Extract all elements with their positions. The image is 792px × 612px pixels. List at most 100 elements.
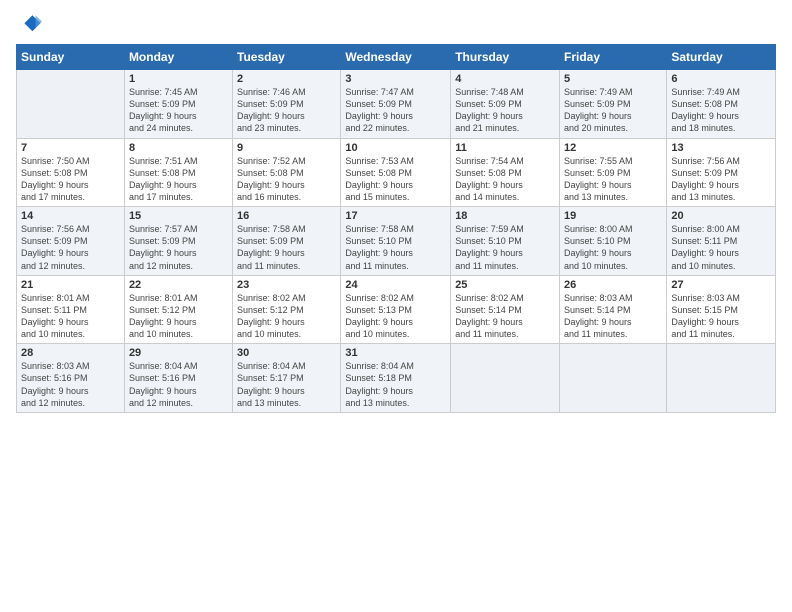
calendar-cell <box>560 344 667 413</box>
calendar-cell: 24Sunrise: 8:02 AM Sunset: 5:13 PM Dayli… <box>341 275 451 344</box>
day-info: Sunrise: 8:01 AM Sunset: 5:11 PM Dayligh… <box>21 292 120 341</box>
day-number: 16 <box>237 210 336 222</box>
day-number: 4 <box>455 73 555 85</box>
day-info: Sunrise: 7:59 AM Sunset: 5:10 PM Dayligh… <box>455 223 555 272</box>
day-number: 14 <box>21 210 120 222</box>
day-info: Sunrise: 8:02 AM Sunset: 5:13 PM Dayligh… <box>345 292 446 341</box>
day-info: Sunrise: 8:04 AM Sunset: 5:17 PM Dayligh… <box>237 360 336 409</box>
day-info: Sunrise: 8:04 AM Sunset: 5:18 PM Dayligh… <box>345 360 446 409</box>
day-number: 10 <box>345 142 446 154</box>
calendar-header-row: SundayMondayTuesdayWednesdayThursdayFrid… <box>17 45 776 70</box>
calendar-cell: 30Sunrise: 8:04 AM Sunset: 5:17 PM Dayli… <box>233 344 341 413</box>
calendar-week-2: 7Sunrise: 7:50 AM Sunset: 5:08 PM Daylig… <box>17 138 776 207</box>
day-info: Sunrise: 8:00 AM Sunset: 5:11 PM Dayligh… <box>671 223 771 272</box>
calendar-cell <box>17 70 125 139</box>
day-info: Sunrise: 7:51 AM Sunset: 5:08 PM Dayligh… <box>129 155 228 204</box>
day-info: Sunrise: 7:55 AM Sunset: 5:09 PM Dayligh… <box>564 155 662 204</box>
day-number: 1 <box>129 73 228 85</box>
col-header-tuesday: Tuesday <box>233 45 341 70</box>
day-number: 29 <box>129 347 228 359</box>
calendar-cell: 8Sunrise: 7:51 AM Sunset: 5:08 PM Daylig… <box>124 138 232 207</box>
day-number: 30 <box>237 347 336 359</box>
calendar-cell: 5Sunrise: 7:49 AM Sunset: 5:09 PM Daylig… <box>560 70 667 139</box>
day-number: 9 <box>237 142 336 154</box>
day-number: 7 <box>21 142 120 154</box>
day-info: Sunrise: 7:45 AM Sunset: 5:09 PM Dayligh… <box>129 86 228 135</box>
day-info: Sunrise: 7:47 AM Sunset: 5:09 PM Dayligh… <box>345 86 446 135</box>
calendar-cell: 18Sunrise: 7:59 AM Sunset: 5:10 PM Dayli… <box>451 207 560 276</box>
calendar-cell: 13Sunrise: 7:56 AM Sunset: 5:09 PM Dayli… <box>667 138 776 207</box>
calendar-cell: 10Sunrise: 7:53 AM Sunset: 5:08 PM Dayli… <box>341 138 451 207</box>
day-number: 12 <box>564 142 662 154</box>
page: SundayMondayTuesdayWednesdayThursdayFrid… <box>0 0 792 612</box>
day-info: Sunrise: 8:01 AM Sunset: 5:12 PM Dayligh… <box>129 292 228 341</box>
day-info: Sunrise: 8:02 AM Sunset: 5:12 PM Dayligh… <box>237 292 336 341</box>
day-number: 8 <box>129 142 228 154</box>
calendar-cell: 6Sunrise: 7:49 AM Sunset: 5:08 PM Daylig… <box>667 70 776 139</box>
calendar-cell: 31Sunrise: 8:04 AM Sunset: 5:18 PM Dayli… <box>341 344 451 413</box>
day-info: Sunrise: 7:50 AM Sunset: 5:08 PM Dayligh… <box>21 155 120 204</box>
calendar-week-1: 1Sunrise: 7:45 AM Sunset: 5:09 PM Daylig… <box>17 70 776 139</box>
calendar-cell <box>451 344 560 413</box>
calendar-cell: 29Sunrise: 8:04 AM Sunset: 5:16 PM Dayli… <box>124 344 232 413</box>
day-info: Sunrise: 8:02 AM Sunset: 5:14 PM Dayligh… <box>455 292 555 341</box>
logo-icon <box>18 12 42 36</box>
day-info: Sunrise: 8:03 AM Sunset: 5:15 PM Dayligh… <box>671 292 771 341</box>
calendar-cell: 15Sunrise: 7:57 AM Sunset: 5:09 PM Dayli… <box>124 207 232 276</box>
calendar-cell: 26Sunrise: 8:03 AM Sunset: 5:14 PM Dayli… <box>560 275 667 344</box>
day-number: 13 <box>671 142 771 154</box>
day-number: 28 <box>21 347 120 359</box>
calendar-cell: 20Sunrise: 8:00 AM Sunset: 5:11 PM Dayli… <box>667 207 776 276</box>
calendar-cell: 22Sunrise: 8:01 AM Sunset: 5:12 PM Dayli… <box>124 275 232 344</box>
day-number: 18 <box>455 210 555 222</box>
day-number: 31 <box>345 347 446 359</box>
calendar-cell: 9Sunrise: 7:52 AM Sunset: 5:08 PM Daylig… <box>233 138 341 207</box>
calendar-cell: 2Sunrise: 7:46 AM Sunset: 5:09 PM Daylig… <box>233 70 341 139</box>
calendar-cell: 1Sunrise: 7:45 AM Sunset: 5:09 PM Daylig… <box>124 70 232 139</box>
col-header-friday: Friday <box>560 45 667 70</box>
calendar-cell <box>667 344 776 413</box>
day-info: Sunrise: 7:46 AM Sunset: 5:09 PM Dayligh… <box>237 86 336 135</box>
day-number: 24 <box>345 279 446 291</box>
day-info: Sunrise: 7:54 AM Sunset: 5:08 PM Dayligh… <box>455 155 555 204</box>
day-number: 20 <box>671 210 771 222</box>
col-header-monday: Monday <box>124 45 232 70</box>
calendar-week-5: 28Sunrise: 8:03 AM Sunset: 5:16 PM Dayli… <box>17 344 776 413</box>
day-number: 27 <box>671 279 771 291</box>
calendar-cell: 16Sunrise: 7:58 AM Sunset: 5:09 PM Dayli… <box>233 207 341 276</box>
calendar-cell: 19Sunrise: 8:00 AM Sunset: 5:10 PM Dayli… <box>560 207 667 276</box>
day-number: 3 <box>345 73 446 85</box>
day-info: Sunrise: 7:52 AM Sunset: 5:08 PM Dayligh… <box>237 155 336 204</box>
day-info: Sunrise: 7:53 AM Sunset: 5:08 PM Dayligh… <box>345 155 446 204</box>
col-header-wednesday: Wednesday <box>341 45 451 70</box>
calendar-cell: 7Sunrise: 7:50 AM Sunset: 5:08 PM Daylig… <box>17 138 125 207</box>
header <box>16 12 776 36</box>
day-info: Sunrise: 7:49 AM Sunset: 5:09 PM Dayligh… <box>564 86 662 135</box>
calendar-cell: 3Sunrise: 7:47 AM Sunset: 5:09 PM Daylig… <box>341 70 451 139</box>
day-info: Sunrise: 8:03 AM Sunset: 5:14 PM Dayligh… <box>564 292 662 341</box>
calendar-cell: 21Sunrise: 8:01 AM Sunset: 5:11 PM Dayli… <box>17 275 125 344</box>
calendar-cell: 14Sunrise: 7:56 AM Sunset: 5:09 PM Dayli… <box>17 207 125 276</box>
day-number: 11 <box>455 142 555 154</box>
calendar-cell: 11Sunrise: 7:54 AM Sunset: 5:08 PM Dayli… <box>451 138 560 207</box>
calendar-cell: 28Sunrise: 8:03 AM Sunset: 5:16 PM Dayli… <box>17 344 125 413</box>
day-number: 19 <box>564 210 662 222</box>
calendar-cell: 27Sunrise: 8:03 AM Sunset: 5:15 PM Dayli… <box>667 275 776 344</box>
day-info: Sunrise: 8:03 AM Sunset: 5:16 PM Dayligh… <box>21 360 120 409</box>
day-info: Sunrise: 7:58 AM Sunset: 5:10 PM Dayligh… <box>345 223 446 272</box>
day-info: Sunrise: 8:04 AM Sunset: 5:16 PM Dayligh… <box>129 360 228 409</box>
calendar-week-3: 14Sunrise: 7:56 AM Sunset: 5:09 PM Dayli… <box>17 207 776 276</box>
col-header-saturday: Saturday <box>667 45 776 70</box>
day-number: 21 <box>21 279 120 291</box>
calendar-cell: 23Sunrise: 8:02 AM Sunset: 5:12 PM Dayli… <box>233 275 341 344</box>
day-info: Sunrise: 7:56 AM Sunset: 5:09 PM Dayligh… <box>21 223 120 272</box>
day-info: Sunrise: 7:49 AM Sunset: 5:08 PM Dayligh… <box>671 86 771 135</box>
calendar-cell: 17Sunrise: 7:58 AM Sunset: 5:10 PM Dayli… <box>341 207 451 276</box>
col-header-sunday: Sunday <box>17 45 125 70</box>
day-number: 5 <box>564 73 662 85</box>
calendar-cell: 12Sunrise: 7:55 AM Sunset: 5:09 PM Dayli… <box>560 138 667 207</box>
calendar-week-4: 21Sunrise: 8:01 AM Sunset: 5:11 PM Dayli… <box>17 275 776 344</box>
day-number: 22 <box>129 279 228 291</box>
day-number: 15 <box>129 210 228 222</box>
logo <box>16 12 46 36</box>
